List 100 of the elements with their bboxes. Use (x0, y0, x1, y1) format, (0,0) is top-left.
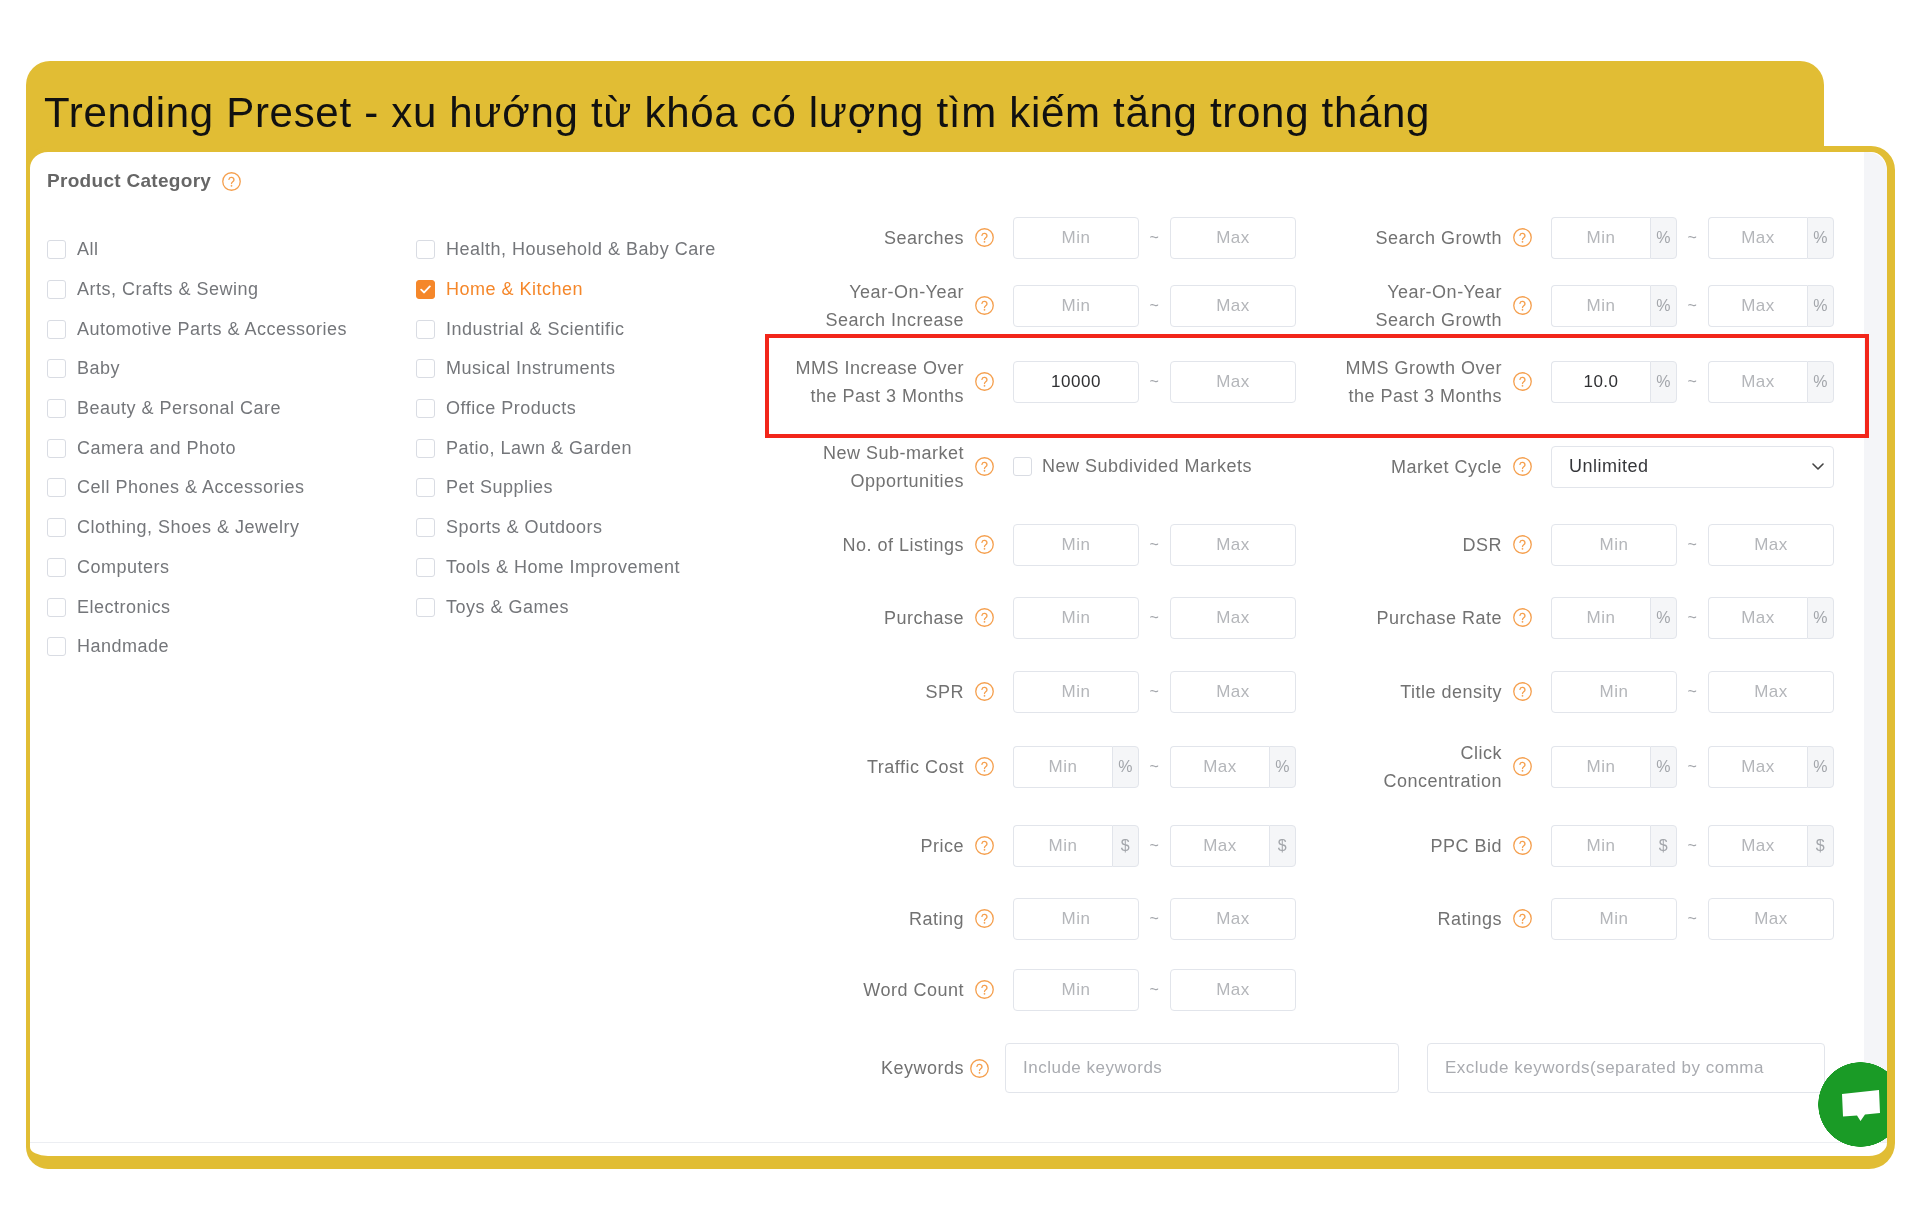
range-separator: ~ (1686, 835, 1699, 856)
filter-label: New Sub-market Opportunities (821, 441, 964, 493)
range-separator: ~ (1686, 681, 1699, 702)
min-input-field[interactable]: Min (1013, 523, 1139, 566)
max-input-field[interactable]: Max (1708, 745, 1807, 788)
help-icon (1513, 372, 1532, 391)
min-input-field[interactable]: Min (1551, 596, 1650, 639)
unit-label: % (1650, 745, 1677, 788)
max-input-field[interactable]: Max (1170, 897, 1296, 940)
unit-label: % (1650, 596, 1677, 639)
filter-label: Year-On-Year Search Growth (1374, 280, 1502, 332)
filter-label: Ratings (1436, 907, 1502, 931)
max-input-field[interactable]: Max (1170, 596, 1296, 639)
max-input-field[interactable]: Max (1708, 824, 1807, 867)
max-input-field[interactable]: Max (1708, 596, 1807, 639)
help-icon (975, 296, 994, 315)
checkbox-label[interactable]: Health, Household & Baby Care (446, 236, 716, 264)
checkbox-label[interactable]: Handmade (77, 633, 170, 661)
range-separator: ~ (1686, 756, 1699, 777)
unit-label: % (1650, 360, 1677, 403)
max-input-field[interactable]: Max (1170, 216, 1296, 259)
min-input-field[interactable]: Min (1013, 670, 1139, 713)
min-input-field[interactable]: Min (1551, 745, 1650, 788)
max-input-field[interactable]: Max (1708, 360, 1807, 403)
checkbox-label[interactable]: Industrial & Scientific (446, 315, 625, 343)
max-input-field[interactable]: Max (1708, 216, 1807, 259)
max-input-field[interactable]: Max (1170, 523, 1296, 566)
max-input-field[interactable]: Max (1708, 897, 1834, 940)
checkbox-label[interactable]: Camera and Photo (77, 434, 237, 462)
checkbox-label[interactable]: Pet Supplies (446, 474, 554, 502)
checkbox-label[interactable]: New Subdivided Markets (1042, 453, 1253, 480)
min-input-field[interactable]: Min (1013, 824, 1112, 867)
section-title: Product Category (47, 169, 212, 193)
checkbox-label[interactable]: Toys & Games (446, 593, 570, 621)
min-input-field[interactable]: Min (1013, 216, 1139, 259)
min-input-field[interactable]: Min (1551, 284, 1650, 327)
help-icon (975, 457, 994, 476)
help-icon (975, 535, 994, 554)
checkbox-label[interactable]: Cell Phones & Accessories (77, 474, 305, 502)
help-icon (975, 909, 994, 928)
filter-label: Purchase (882, 606, 964, 630)
checkbox-label[interactable]: Patio, Lawn & Garden (446, 434, 633, 462)
max-input-field[interactable]: Max (1708, 523, 1834, 566)
checkbox-label[interactable]: Computers (77, 553, 170, 581)
banner-title: Trending Preset - xu hướng từ khóa có lượng tìm kiếm tăng trong tháng (44, 89, 1431, 137)
include-keywords-field[interactable]: Include keywords (1005, 1043, 1399, 1093)
checkbox-label[interactable]: Arts, Crafts & Sewing (77, 276, 259, 304)
max-input-field[interactable]: Max (1708, 670, 1834, 713)
checkbox-label[interactable]: Musical Instruments (446, 355, 616, 383)
dropdown-select[interactable]: Unlimited (1551, 445, 1834, 488)
max-input-field[interactable]: Max (1170, 745, 1269, 788)
checkbox-label[interactable]: Office Products (446, 395, 577, 423)
range-separator: ~ (1686, 295, 1699, 316)
help-icon (975, 836, 994, 855)
min-input-field[interactable]: Min (1551, 523, 1677, 566)
max-input-field[interactable]: Max (1170, 968, 1296, 1011)
range-separator: ~ (1148, 835, 1161, 856)
range-separator: ~ (1686, 607, 1699, 628)
checkbox-label[interactable]: Beauty & Personal Care (77, 395, 282, 423)
range-separator: ~ (1148, 979, 1161, 1000)
min-input-field[interactable]: Min (1013, 284, 1139, 327)
max-input-field[interactable]: Max (1170, 670, 1296, 713)
help-icon (975, 757, 994, 776)
min-input-field[interactable]: Min (1551, 216, 1650, 259)
min-input-field[interactable]: Min (1013, 897, 1139, 940)
scrollbar-track[interactable] (1864, 152, 1887, 1142)
checkbox-label[interactable]: Electronics (77, 593, 171, 621)
checkbox-label[interactable]: All (77, 236, 99, 264)
min-input-field[interactable]: Min (1551, 824, 1650, 867)
min-input-field[interactable]: Min (1013, 968, 1139, 1011)
checkbox-label[interactable]: Home & Kitchen (446, 276, 584, 304)
min-input-field[interactable]: Min (1013, 745, 1112, 788)
exclude-keywords-field[interactable]: Exclude keywords(separated by comma (1427, 1043, 1825, 1093)
help-icon (970, 1058, 989, 1078)
unit-label: % (1650, 284, 1677, 327)
min-input-field[interactable]: 10000 (1013, 360, 1139, 403)
checkbox-label[interactable]: Tools & Home Improvement (446, 553, 681, 581)
check-icon (420, 285, 431, 295)
checkbox-label[interactable]: Baby (77, 355, 121, 383)
min-input-field[interactable]: Min (1013, 596, 1139, 639)
max-input-field[interactable]: Max (1170, 360, 1296, 403)
unit-label: % (1112, 745, 1139, 788)
checkbox-label[interactable]: Automotive Parts & Accessories (77, 315, 348, 343)
range-separator: ~ (1686, 227, 1699, 248)
filter-label: PPC Bid (1429, 834, 1502, 858)
min-input-field[interactable]: Min (1551, 670, 1677, 713)
checkbox-label[interactable]: Clothing, Shoes & Jewelry (77, 514, 300, 542)
max-input-field[interactable]: Max (1170, 284, 1296, 327)
max-input-field[interactable]: Max (1708, 284, 1807, 327)
checkbox[interactable] (416, 280, 435, 300)
filter-label: Rating (907, 907, 964, 931)
min-input-field[interactable]: Min (1551, 897, 1677, 940)
checkbox-label[interactable]: Sports & Outdoors (446, 514, 603, 542)
help-icon (975, 372, 994, 391)
range-separator: ~ (1148, 681, 1161, 702)
range-separator: ~ (1148, 227, 1161, 248)
help-icon (1513, 836, 1532, 855)
min-input-field[interactable]: 10.0 (1551, 360, 1650, 403)
max-input-field[interactable]: Max (1170, 824, 1269, 867)
unit-label: % (1650, 216, 1677, 259)
